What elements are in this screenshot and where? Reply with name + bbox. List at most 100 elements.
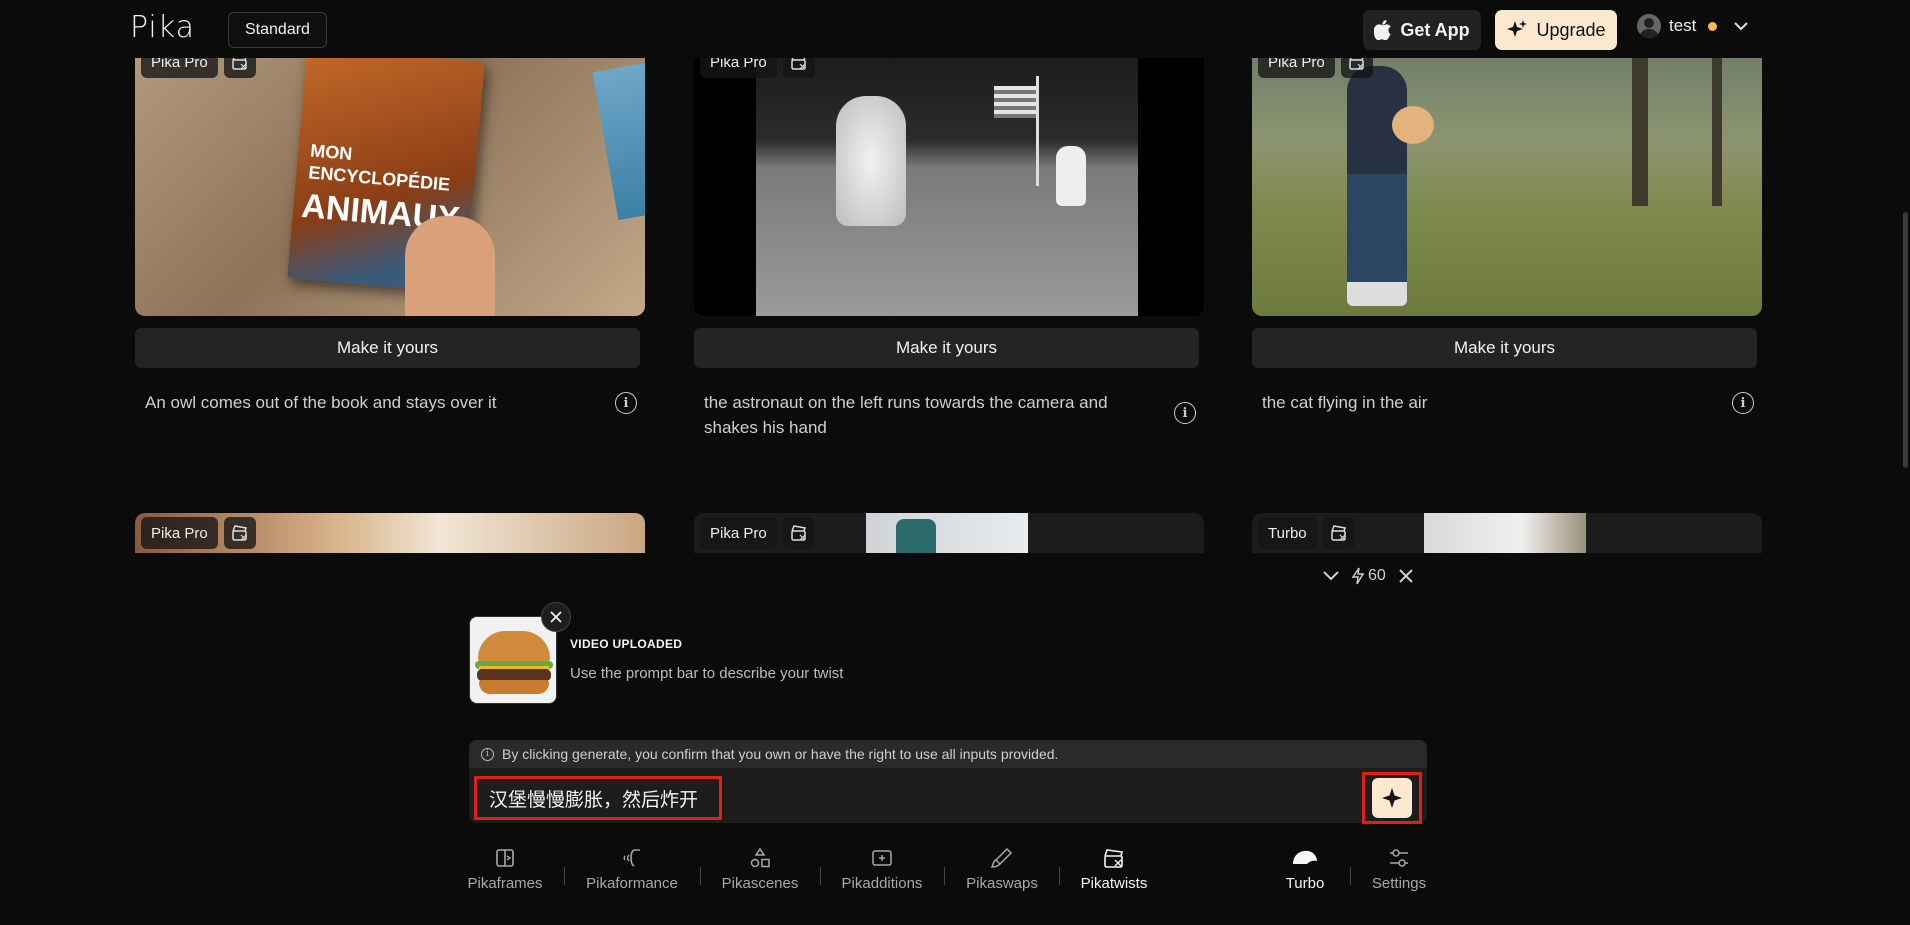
generate-button[interactable] [1372, 778, 1412, 818]
tag-row: Turbo [1258, 517, 1355, 549]
tool-pikatwists[interactable]: Pikatwists [1078, 847, 1150, 892]
tool-label: Pikaformance [586, 875, 678, 892]
panel-controls: 60 [1322, 567, 1414, 585]
make-it-yours-button[interactable]: Make it yours [694, 328, 1199, 368]
tool-label: Pikadditions [841, 875, 923, 892]
credits-indicator: 60 [1352, 567, 1386, 585]
thumbnail-image [1424, 513, 1586, 553]
get-app-label: Get App [1400, 19, 1470, 40]
tag-row: Pika Pro [141, 517, 256, 549]
burger-bun [478, 631, 550, 663]
flag-shape [994, 86, 1038, 118]
clapperboard-icon [782, 58, 815, 78]
tag-row: Pika Pro [1258, 58, 1373, 78]
tag-row: Pika Pro [141, 58, 256, 78]
upgrade-label: Upgrade [1536, 19, 1606, 40]
prompt-input[interactable] [474, 776, 722, 820]
divider [820, 867, 821, 885]
divider [944, 867, 945, 885]
sparkle-icon [1382, 788, 1402, 808]
video-thumbnail[interactable]: Pika Pro [135, 513, 645, 553]
tool-pikadditions[interactable]: Pikadditions [840, 847, 924, 892]
feed-card[interactable]: Pika Pro [694, 513, 1204, 553]
video-thumbnail[interactable]: Turbo [1252, 513, 1762, 553]
tag-row: Pika Pro [700, 517, 815, 549]
clapperboard-icon [782, 517, 815, 549]
video-feed: MON ENCYCLOPÉDIE ANIMAUX Pika Pro Make it… [0, 58, 1910, 553]
video-thumbnail[interactable]: Pika Pro [694, 58, 1204, 316]
performance-icon [623, 849, 640, 867]
caption-text: the astronaut on the left runs towards t… [704, 393, 1108, 437]
disclaimer-bar: i By clicking generate, you confirm that… [469, 740, 1427, 768]
info-icon[interactable]: i [1174, 402, 1196, 424]
info-icon[interactable]: i [1732, 392, 1754, 414]
chevron-down-icon[interactable] [1322, 570, 1340, 582]
user-menu[interactable]: test [1637, 14, 1749, 38]
flag-pole [1036, 76, 1039, 186]
tool-pikaformance[interactable]: Pikaformance [584, 847, 680, 892]
tool-pikaframes[interactable]: Pikaframes [467, 847, 543, 892]
model-tag: Turbo [1258, 517, 1317, 549]
model-tag: Pika Pro [141, 517, 218, 549]
tool-label: Pikaswaps [966, 875, 1038, 892]
clapperboard-icon [1340, 58, 1373, 78]
remove-upload-button[interactable] [541, 602, 571, 632]
tools-toolbar: Pikaframes Pikaformance Pikascenes Pikad… [0, 847, 1910, 907]
turbo-toggle[interactable]: Turbo [1280, 847, 1330, 892]
feed-card[interactable]: Pika Pro Make it yours the astronaut on … [694, 58, 1204, 440]
settings-button[interactable]: Settings [1368, 847, 1430, 892]
cat-shape [1392, 106, 1434, 144]
lightning-icon [1352, 567, 1364, 585]
plan-badge[interactable]: Standard [228, 12, 327, 48]
info-icon: i [481, 747, 494, 761]
video-thumbnail[interactable]: Pika Pro [694, 513, 1204, 553]
upload-status-title: VIDEO UPLOADED [570, 637, 683, 651]
astronaut-shape [1056, 146, 1086, 206]
card-caption: the astronaut on the left runs towards t… [694, 390, 1204, 440]
tree-shape [1632, 58, 1648, 206]
divider [1059, 867, 1060, 885]
prompt-panel: 60 VIDEO UPLOADED Use the prompt bar to … [0, 553, 1910, 925]
tool-label: Turbo [1285, 875, 1325, 892]
upload-status-subtitle: Use the prompt bar to describe your twis… [570, 665, 844, 682]
man-shape [1347, 66, 1407, 306]
make-it-yours-button[interactable]: Make it yours [135, 328, 640, 368]
caption-text: the cat flying in the air [1262, 393, 1428, 412]
card-caption: the cat flying in the air i [1252, 390, 1762, 415]
credits-count: 60 [1368, 567, 1386, 584]
username: test [1669, 16, 1697, 35]
apple-icon [1374, 20, 1392, 40]
upgrade-button[interactable]: Upgrade [1495, 10, 1617, 50]
video-thumbnail[interactable]: MON ENCYCLOPÉDIE ANIMAUX Pika Pro [135, 58, 645, 316]
moon-scene [756, 58, 1138, 316]
blue-book-shape [592, 61, 645, 221]
feed-card[interactable]: Pika Pro [135, 513, 645, 553]
astronaut-shape [836, 96, 906, 226]
make-it-yours-button[interactable]: Make it yours [1252, 328, 1757, 368]
shapes-icon [750, 847, 770, 868]
clapperboard-icon [223, 58, 256, 78]
divider [1350, 867, 1351, 885]
tool-pikascenes[interactable]: Pikascenes [720, 847, 800, 892]
close-icon [550, 611, 562, 623]
caption-text: An owl comes out of the book and stays o… [145, 393, 497, 412]
close-icon[interactable] [1398, 568, 1414, 584]
feed-card[interactable]: Turbo [1252, 513, 1762, 553]
tool-pikaswaps[interactable]: Pikaswaps [964, 847, 1040, 892]
get-app-button[interactable]: Get App [1363, 10, 1481, 50]
feed-card[interactable]: MON ENCYCLOPÉDIE ANIMAUX Pika Pro Make it… [135, 58, 645, 415]
feed-card[interactable]: Pika Pro Make it yours the cat flying in… [1252, 58, 1762, 415]
card-caption: An owl comes out of the book and stays o… [135, 390, 645, 415]
uploaded-video-thumbnail[interactable] [469, 616, 557, 704]
additions-icon [872, 850, 892, 866]
generate-highlight [1362, 772, 1422, 824]
scrollbar-thumb[interactable] [1903, 212, 1908, 468]
video-thumbnail[interactable]: Pika Pro [1252, 58, 1762, 316]
model-tag: Pika Pro [700, 517, 777, 549]
sliders-icon [1390, 849, 1408, 867]
tool-label: Pikascenes [721, 875, 799, 892]
info-icon[interactable]: i [615, 392, 637, 414]
thumbnail-image [866, 513, 1028, 553]
pika-logo[interactable]: Pika [130, 10, 195, 45]
prompt-bar [469, 768, 1427, 824]
